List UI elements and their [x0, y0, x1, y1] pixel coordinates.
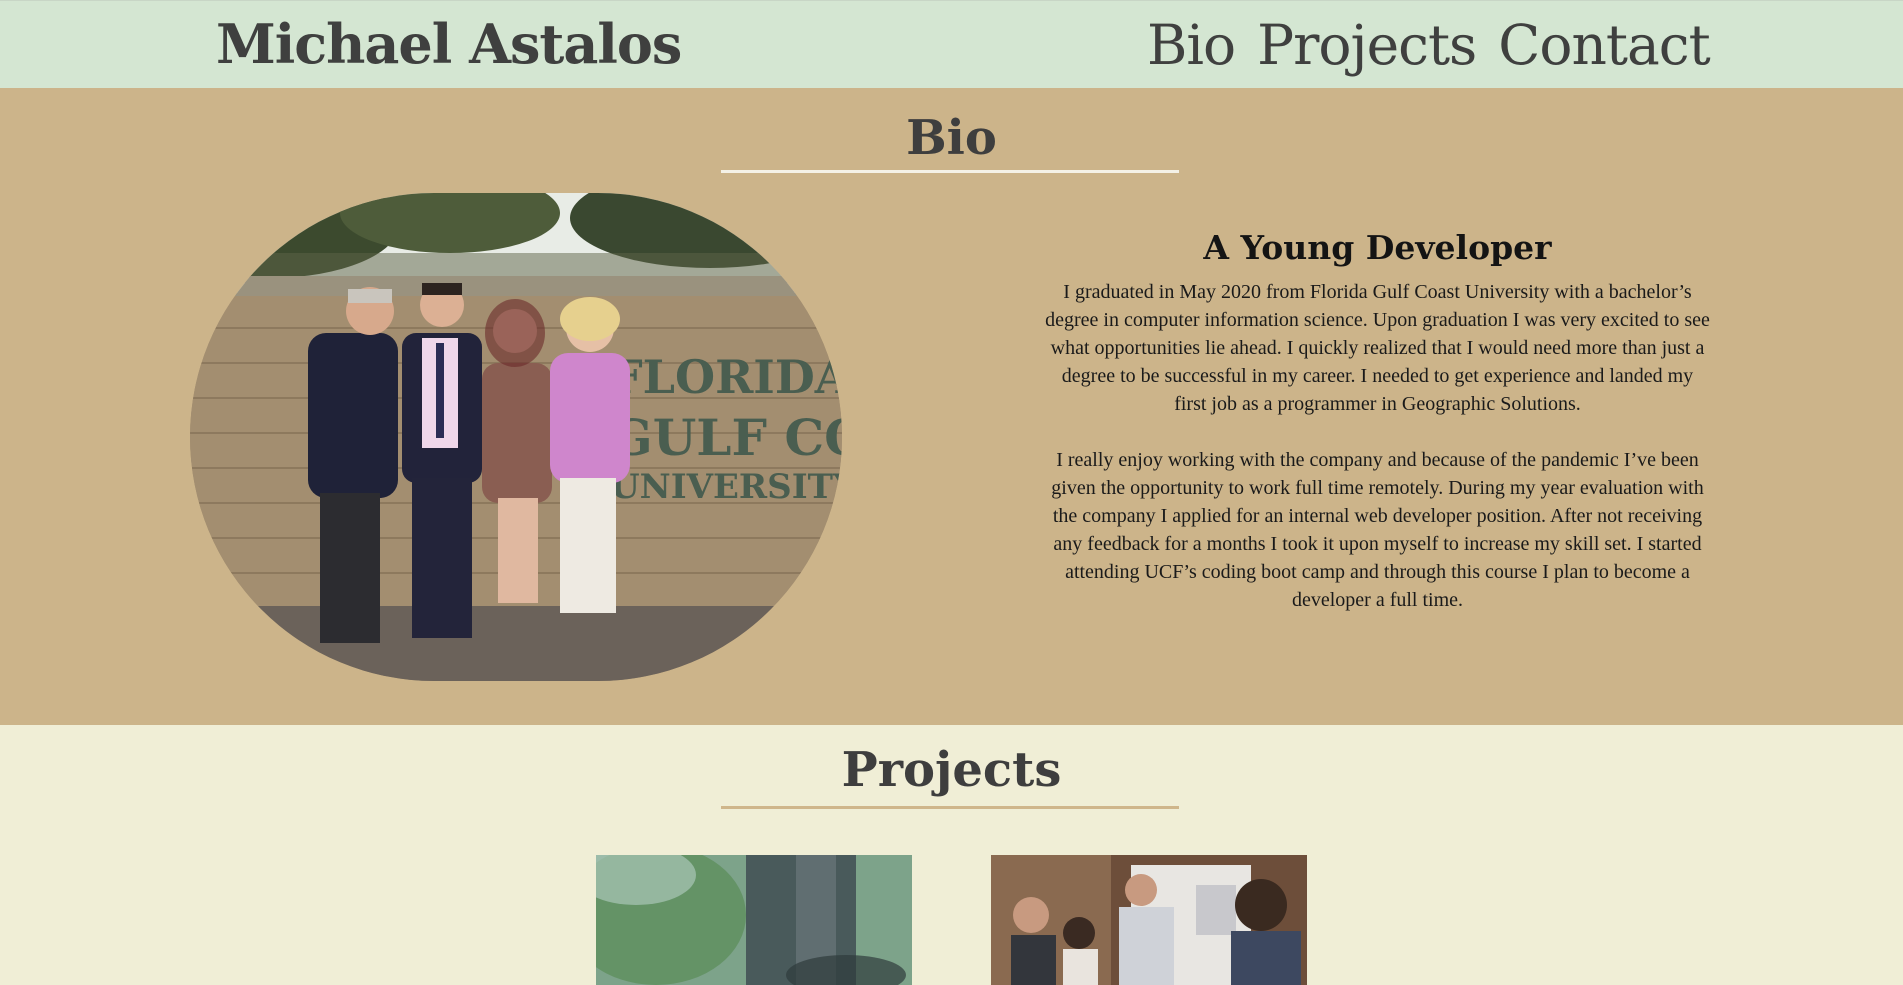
bio-text: A Young Developer I graduated in May 202… — [1045, 228, 1710, 642]
bio-photo: FLORIDA GULF COAST UNIVERSITY — [190, 193, 842, 681]
bio-paragraph-1: I graduated in May 2020 from Florida Gul… — [1045, 281, 1710, 415]
project-card-1[interactable] — [596, 855, 912, 985]
nav-link-contact[interactable]: Contact — [1498, 11, 1710, 79]
nav-link-bio[interactable]: Bio — [1147, 11, 1236, 79]
bio-section: Bio FLORIDA GULF C UNIVERSITY A Young De… — [0, 88, 1903, 725]
project-2-image — [991, 855, 1307, 985]
nav-link-projects[interactable]: Projects — [1257, 11, 1477, 79]
main-nav: Bio Projects Contact — [1147, 11, 1711, 79]
photo-sign-line-3: UNIVERSITY — [610, 467, 842, 507]
bio-paragraph-2: I really enjoy working with the company … — [1051, 449, 1704, 611]
site-header: Michael Astalos Bio Projects Contact — [0, 0, 1903, 88]
bio-heading-underline — [721, 170, 1179, 173]
projects-heading-underline — [721, 806, 1179, 809]
projects-heading: Projects — [841, 742, 1062, 798]
project-card-2[interactable] — [991, 855, 1307, 985]
family-photo-image: FLORIDA GULF COAST UNIVERSITY — [190, 193, 842, 681]
site-name: Michael Astalos — [216, 12, 682, 76]
photo-sign-line-2: GULF COAST — [610, 408, 842, 467]
photo-sign-line-1: FLORIDA — [610, 350, 842, 404]
bio-subtitle: A Young Developer — [1203, 228, 1552, 267]
bio-heading: Bio — [906, 110, 997, 166]
project-1-image — [596, 855, 912, 985]
